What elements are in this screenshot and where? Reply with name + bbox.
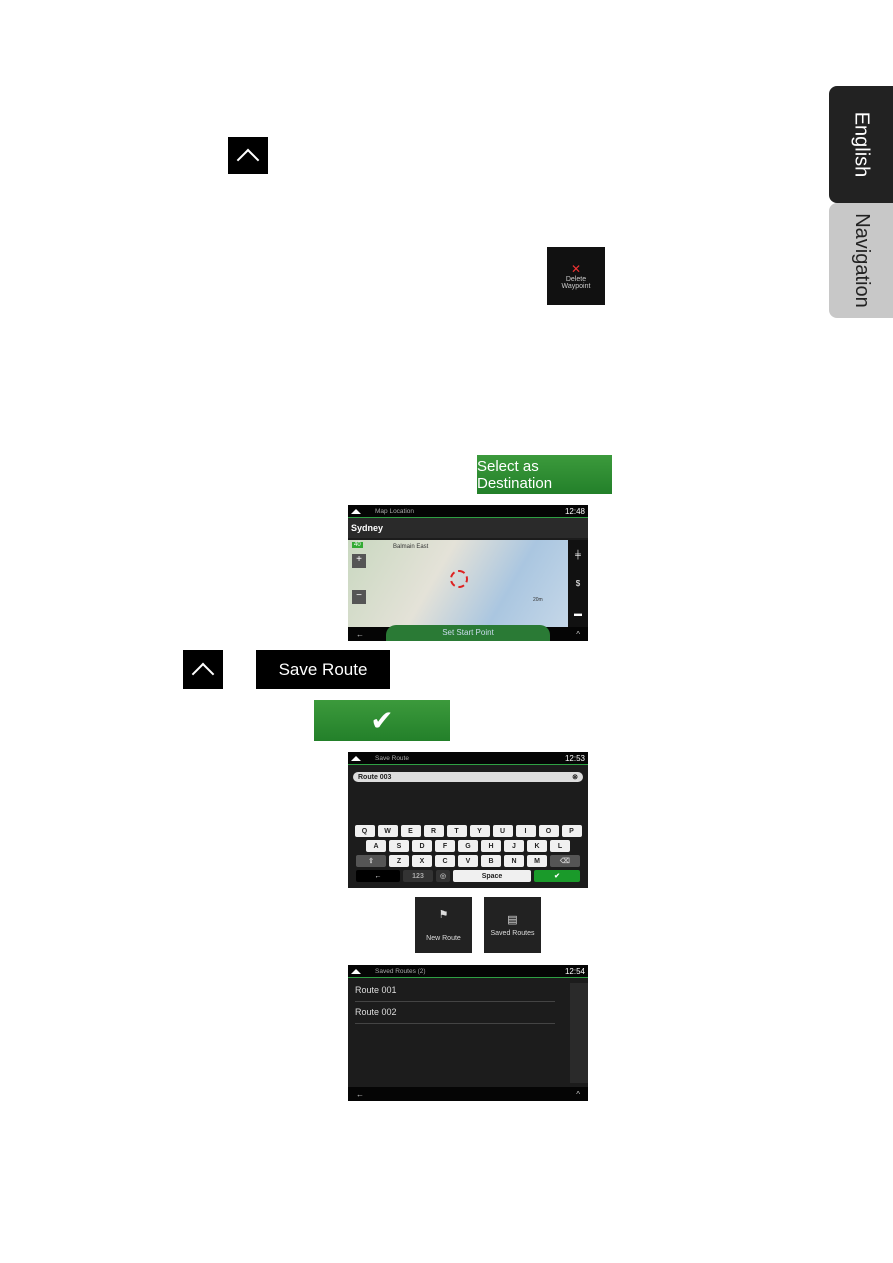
back-key: ←	[356, 870, 400, 882]
tab-navigation: Navigation	[829, 203, 893, 318]
keyboard-key: R	[423, 825, 444, 837]
tab-label: Navigation	[850, 213, 873, 308]
space-key: Space	[453, 870, 531, 882]
list-item: Route 001	[355, 980, 555, 1002]
saved-routes-screenshot: Saved Routes (2) 12:54 Route 001 Route 00…	[348, 965, 588, 1101]
globe-icon: ◎	[436, 870, 450, 882]
saved-routes-button: ▤ Saved Routes	[484, 897, 541, 953]
saved-routes-icon: ▤	[507, 914, 518, 926]
up-arrow-icon	[351, 755, 361, 761]
keyboard-key: D	[412, 840, 432, 852]
map-location-screenshot: Map Location 12:48 Sydney 40 Balmain East…	[348, 505, 588, 641]
keyboard-key: P	[561, 825, 582, 837]
zoom-in-icon: +	[352, 554, 366, 568]
up-arrow-icon	[351, 508, 361, 514]
keyboard-key: L	[550, 840, 570, 852]
keyboard-key: V	[458, 855, 478, 867]
speed-badge: 40	[352, 542, 363, 548]
highway-icon: ╪	[575, 550, 581, 560]
keyboard-key: I	[515, 825, 536, 837]
confirm-key: ✔	[534, 870, 580, 882]
map-label: Balmain East	[393, 544, 429, 550]
keyboard-key: J	[504, 840, 524, 852]
new-route-label: New Route	[426, 935, 461, 942]
cursor-icon	[450, 570, 468, 588]
screen-title: Saved Routes (2)	[375, 967, 426, 975]
checkered-flag-icon: ⚑	[438, 909, 449, 921]
zoom-out-icon: −	[352, 590, 366, 604]
keyboard-key: M	[527, 855, 547, 867]
keyboard-key: Y	[469, 825, 490, 837]
route-name-input: Route 003 ⊗	[353, 772, 583, 782]
map-scale: 20m	[533, 597, 543, 603]
set-start-point-button: Set Start Point	[386, 625, 550, 641]
delete-waypoint-button: ✕ Delete Waypoint	[547, 247, 605, 305]
scrollbar	[570, 983, 588, 1083]
keyboard-key: A	[366, 840, 386, 852]
checkmark-icon: ✔	[370, 705, 394, 736]
keyboard-key: G	[458, 840, 478, 852]
delete-waypoint-label: Delete Waypoint	[561, 276, 591, 290]
back-arrow-icon: ←	[356, 629, 364, 639]
ferry-icon: ▬	[574, 608, 582, 618]
save-route-screenshot: Save Route 12:53 Route 003 ⊗ QWERTYUIOP ASD…	[348, 752, 588, 888]
keyboard-key: W	[377, 825, 398, 837]
keyboard-key: T	[446, 825, 467, 837]
clock: 12:53	[564, 753, 585, 763]
up-chevron-button	[228, 137, 268, 174]
keyboard-key: Q	[354, 825, 375, 837]
keyboard-key: Z	[389, 855, 409, 867]
list-item: Route 002	[355, 1002, 555, 1024]
keyboard-key: N	[504, 855, 524, 867]
keyboard-key: F	[435, 840, 455, 852]
keyboard-key: C	[435, 855, 455, 867]
select-as-destination-button: Select as Destination	[477, 455, 612, 494]
toll-icon: $	[575, 579, 581, 589]
keyboard-key: U	[492, 825, 513, 837]
tab-label: English	[850, 111, 873, 178]
keyboard-key: K	[527, 840, 547, 852]
chevron-up-icon: ^	[576, 1089, 580, 1099]
keyboard-key: X	[412, 855, 432, 867]
poi-sidebar: ╪ $ ▬	[568, 540, 588, 628]
new-route-button: ⚑ New Route	[415, 897, 472, 953]
saved-routes-label: Saved Routes	[490, 930, 535, 937]
up-chevron-button	[183, 650, 223, 689]
location-name: Sydney	[348, 518, 588, 538]
tab-english: English	[829, 86, 893, 203]
clock: 12:54	[564, 966, 585, 976]
keyboard-key: E	[400, 825, 421, 837]
save-route-button: Save Route	[256, 650, 390, 689]
keyboard-key: O	[538, 825, 559, 837]
shift-key: ⇧	[356, 855, 386, 867]
back-arrow-icon: ←	[356, 1089, 364, 1099]
chevron-up-icon: ^	[576, 629, 580, 639]
keyboard-key: B	[481, 855, 501, 867]
chevron-up-icon	[191, 662, 215, 685]
map-view: 40 Balmain East + − 20m	[348, 540, 568, 628]
delete-waypoint-icon: ✕	[570, 262, 582, 276]
numbers-key: 123	[403, 870, 433, 882]
chevron-up-icon	[236, 148, 260, 171]
keyboard-key: S	[389, 840, 409, 852]
up-arrow-icon	[351, 968, 361, 974]
clear-icon: ⊗	[572, 774, 578, 781]
input-value: Route 003	[358, 773, 392, 781]
backspace-key: ⌫	[550, 855, 580, 867]
screen-title: Save Route	[375, 754, 409, 762]
keyboard-key: H	[481, 840, 501, 852]
clock: 12:48	[564, 506, 585, 516]
confirm-check-button: ✔	[314, 700, 450, 741]
screen-title: Map Location	[375, 507, 415, 515]
